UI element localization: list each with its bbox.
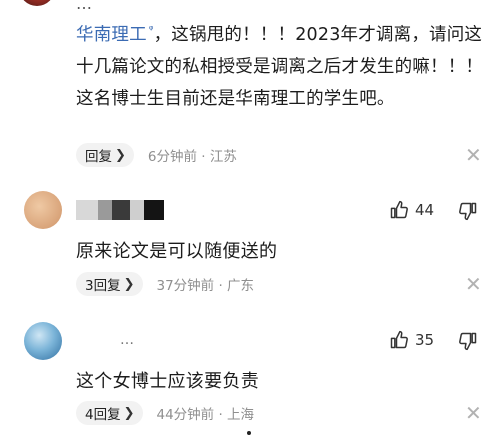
chevron-right-icon: ❯ [123,276,135,292]
reply-button[interactable]: 回复 ❯ [76,143,134,167]
chevron-right-icon: ❯ [115,147,126,163]
view-replies-button[interactable]: 4回复 ❯ [76,401,143,425]
avatar[interactable] [19,0,55,6]
close-icon[interactable]: ✕ [465,272,482,296]
thumbs-down-icon[interactable] [458,201,478,221]
comment-meta: 3回复 ❯ 37分钟前 · 广东 [76,272,254,296]
thumbs-up-icon[interactable] [389,330,409,350]
replies-count-label: 4回复 [85,407,121,423]
like-count: 35 [415,331,435,349]
thumbs-up-icon[interactable] [389,200,409,220]
reply-meta: 回复 ❯ 6分钟前 · 江苏 [76,143,237,167]
timestamp-location: 44分钟前 · 上海 [156,407,255,423]
commenter-name-blurred[interactable] [76,200,164,220]
close-icon[interactable]: ✕ [465,143,482,167]
comment-meta: 4回复 ❯ 44分钟前 · 上海 [76,401,254,425]
view-replies-button[interactable]: 3回复 ❯ [76,272,143,296]
like-group[interactable]: 44 [389,200,434,220]
mention-link[interactable]: 华南理工 ᵠ [76,23,154,45]
like-group[interactable]: 35 [389,330,434,350]
timestamp-location: 6分钟前 · 江苏 [147,149,237,165]
comment-text: 这个女博士应该要负责 [76,371,259,392]
timestamp-location: 37分钟前 · 广东 [156,278,255,294]
scroll-indicator-dot [247,431,251,435]
close-icon[interactable]: ✕ [465,401,482,425]
replies-count-label: 3回复 [85,278,121,294]
reply-text: 华南理工 ᵠ，这锅甩的！！！2023年才调离，请问这十几篇论文的私相授受是调离之后… [76,14,486,115]
commenter-name[interactable]: … [76,0,92,13]
commenter-name-partial[interactable]: … [120,332,134,348]
avatar[interactable] [24,322,62,360]
avatar[interactable] [24,191,62,229]
thumbs-down-icon[interactable] [458,331,478,351]
comment-text: 原来论文是可以随便送的 [76,241,278,262]
like-count: 44 [415,201,435,219]
chevron-right-icon: ❯ [123,405,135,421]
reply-button-label: 回复 [85,149,112,165]
